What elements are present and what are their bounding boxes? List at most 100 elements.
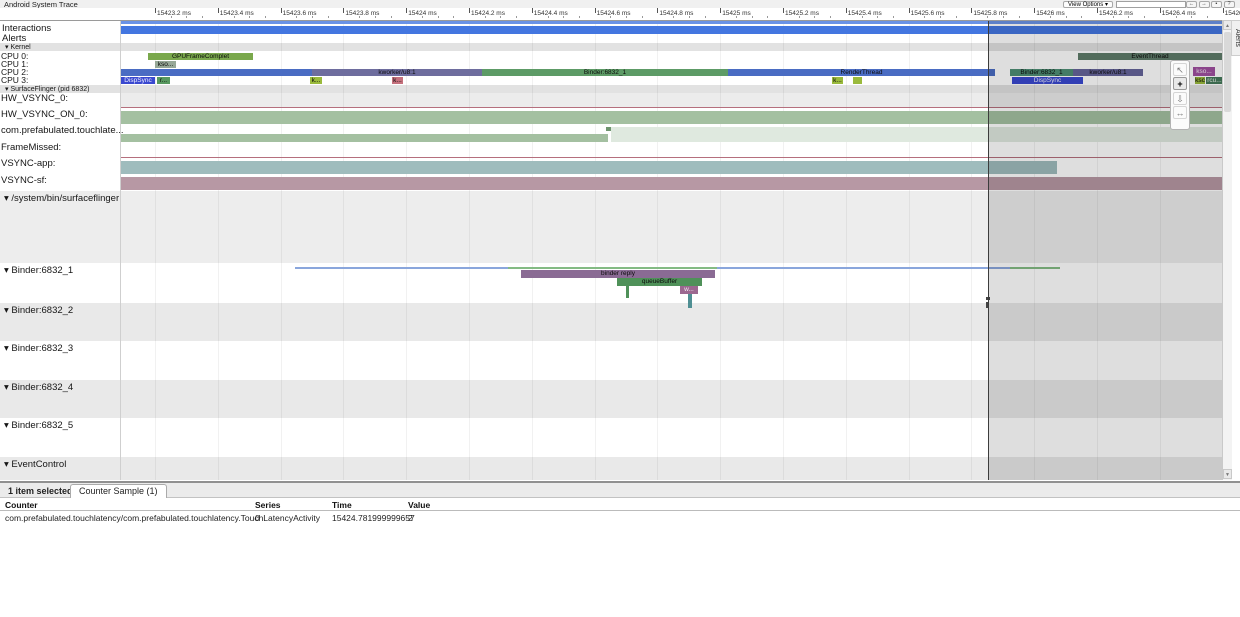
ruler-tick xyxy=(971,8,972,13)
trace-slice[interactable] xyxy=(611,127,1222,142)
track-row-strip xyxy=(0,457,1222,480)
ruler-minor-tick xyxy=(438,16,439,18)
track-label[interactable]: ▾ Binder:6832_3 xyxy=(4,344,73,354)
trace-slice[interactable]: kso... xyxy=(1193,67,1215,76)
trace-slice[interactable] xyxy=(626,286,629,298)
timeline-ruler[interactable]: 15423.2 ms15423.4 ms15423.6 ms15423.8 ms… xyxy=(0,8,1240,21)
trace-slice[interactable] xyxy=(120,134,608,142)
trace-slice[interactable] xyxy=(120,26,1222,34)
trace-slice[interactable]: k... xyxy=(832,77,843,84)
ruler-minor-tick xyxy=(548,16,549,18)
ruler-tick xyxy=(657,8,658,13)
label-column-divider xyxy=(120,20,121,480)
ruler-minor-tick xyxy=(862,16,863,18)
trace-slice[interactable]: GPUFrameComplet xyxy=(148,53,253,60)
trace-slice[interactable]: r... xyxy=(157,77,170,84)
ruler-tick xyxy=(343,8,344,13)
ruler-minor-tick xyxy=(689,16,690,18)
pan-tool-icon[interactable]: + xyxy=(1173,77,1187,90)
track-label: com.prefabulated.touchlate... xyxy=(1,126,124,136)
track-row-strip xyxy=(0,303,1222,341)
gridline xyxy=(971,20,972,480)
trace-slice[interactable]: k... xyxy=(310,77,322,84)
search-input[interactable] xyxy=(1116,1,1186,8)
table-cell: 15424.781999999657 xyxy=(332,513,415,523)
track-label: Interactions xyxy=(2,24,51,34)
trace-slice[interactable] xyxy=(853,77,862,84)
tab-counter-sample[interactable]: Counter Sample (1) xyxy=(70,484,167,498)
ruler-minor-tick xyxy=(359,16,360,18)
ruler-tick xyxy=(720,8,721,13)
trace-slice[interactable]: DispSync xyxy=(1012,77,1083,84)
scrollbar-thumb[interactable] xyxy=(1224,32,1231,112)
forward-button[interactable]: → xyxy=(1199,1,1210,8)
gridline xyxy=(218,20,219,480)
zoom-tool-icon[interactable]: ⇩ xyxy=(1173,92,1187,105)
ruler-minor-tick xyxy=(814,16,815,18)
ruler-minor-tick xyxy=(767,16,768,18)
ruler-minor-tick xyxy=(1019,16,1020,18)
trace-slice[interactable]: RenderThread xyxy=(728,69,995,76)
trace-slice[interactable]: binder reply xyxy=(521,270,715,278)
ruler-tick xyxy=(909,8,910,13)
trace-slice[interactable]: ksc xyxy=(1195,77,1205,84)
trace-slice[interactable] xyxy=(1010,267,1060,269)
trace-slice[interactable]: kworker/u8:1 xyxy=(312,69,482,76)
trace-slice[interactable]: k... xyxy=(392,77,403,84)
trace-slice[interactable] xyxy=(120,107,1222,108)
trace-slice[interactable] xyxy=(120,161,1057,174)
trace-slice[interactable] xyxy=(688,294,692,308)
trace-slice[interactable] xyxy=(120,69,312,76)
trace-slice[interactable]: rcu... xyxy=(1206,77,1223,84)
trace-slice[interactable]: queueBuffer xyxy=(617,278,702,286)
ruler-minor-tick xyxy=(375,16,376,18)
gridline xyxy=(1160,20,1161,480)
trace-slice[interactable] xyxy=(295,267,508,269)
selection-count: 1 item selected: xyxy=(8,486,76,496)
trace-slice[interactable]: DispSync xyxy=(121,77,155,84)
gridline xyxy=(406,20,407,480)
ruler-minor-tick xyxy=(642,16,643,18)
track-label[interactable]: ▾ Binder:6832_2 xyxy=(4,306,73,316)
selection-tool-icon[interactable]: ↖ xyxy=(1173,63,1187,76)
scroll-down-icon[interactable]: ▼ xyxy=(1223,469,1232,479)
ruler-tick xyxy=(532,8,533,13)
trace-slice[interactable] xyxy=(717,267,1010,269)
ruler-minor-tick xyxy=(1191,16,1192,18)
ruler-minor-tick xyxy=(752,16,753,18)
track-label[interactable]: ▾ Binder:6832_4 xyxy=(4,383,73,393)
timing-tool-icon[interactable]: ↔ xyxy=(1173,106,1187,119)
view-options-button[interactable]: View Options ▾ xyxy=(1063,1,1113,8)
trace-slice[interactable]: EventThread xyxy=(1078,53,1222,60)
trace-slice[interactable] xyxy=(508,267,717,269)
trace-slice[interactable] xyxy=(120,157,1222,158)
track-label[interactable]: ▾ Binder:6832_5 xyxy=(4,421,73,431)
trace-slice[interactable]: kso... xyxy=(155,61,176,68)
trace-slice[interactable]: Binder:6832_1 xyxy=(482,69,728,76)
ruler-tick xyxy=(406,8,407,13)
trace-slice[interactable] xyxy=(120,111,1222,124)
options-button[interactable]: ▪ xyxy=(1211,1,1222,8)
track-label: HW_VSYNC_0: xyxy=(1,94,68,104)
alerts-side-tab[interactable]: Alerts xyxy=(1231,20,1240,56)
table-cell: com.prefabulated.touchlatency/com.prefab… xyxy=(5,513,320,523)
gridline xyxy=(1034,20,1035,480)
trace-slice[interactable]: kworker/u8:1 xyxy=(1073,69,1143,76)
trace-slice[interactable]: Binder:6832_1 xyxy=(1010,69,1073,76)
track-row-strip xyxy=(0,191,1222,263)
trace-slice[interactable] xyxy=(120,177,1222,191)
gridline xyxy=(155,20,156,480)
track-label[interactable]: ▾ EventControl xyxy=(4,460,66,470)
help-button[interactable]: ? xyxy=(1224,1,1235,8)
selection-marker-line xyxy=(988,20,989,480)
ruler-minor-tick xyxy=(1050,16,1051,18)
ruler-minor-tick xyxy=(830,16,831,18)
vertical-scrollbar[interactable]: ▲ ▼ xyxy=(1222,20,1232,480)
track-label[interactable]: ▾ /system/bin/surfaceflinger xyxy=(4,194,119,204)
gridline xyxy=(469,20,470,480)
trace-slice[interactable]: w... xyxy=(680,286,698,294)
track-label: VSYNC-app: xyxy=(1,159,55,169)
track-label[interactable]: ▾ Binder:6832_1 xyxy=(4,266,73,276)
back-button[interactable]: ← xyxy=(1186,1,1197,8)
trace-slice[interactable] xyxy=(120,21,1222,24)
